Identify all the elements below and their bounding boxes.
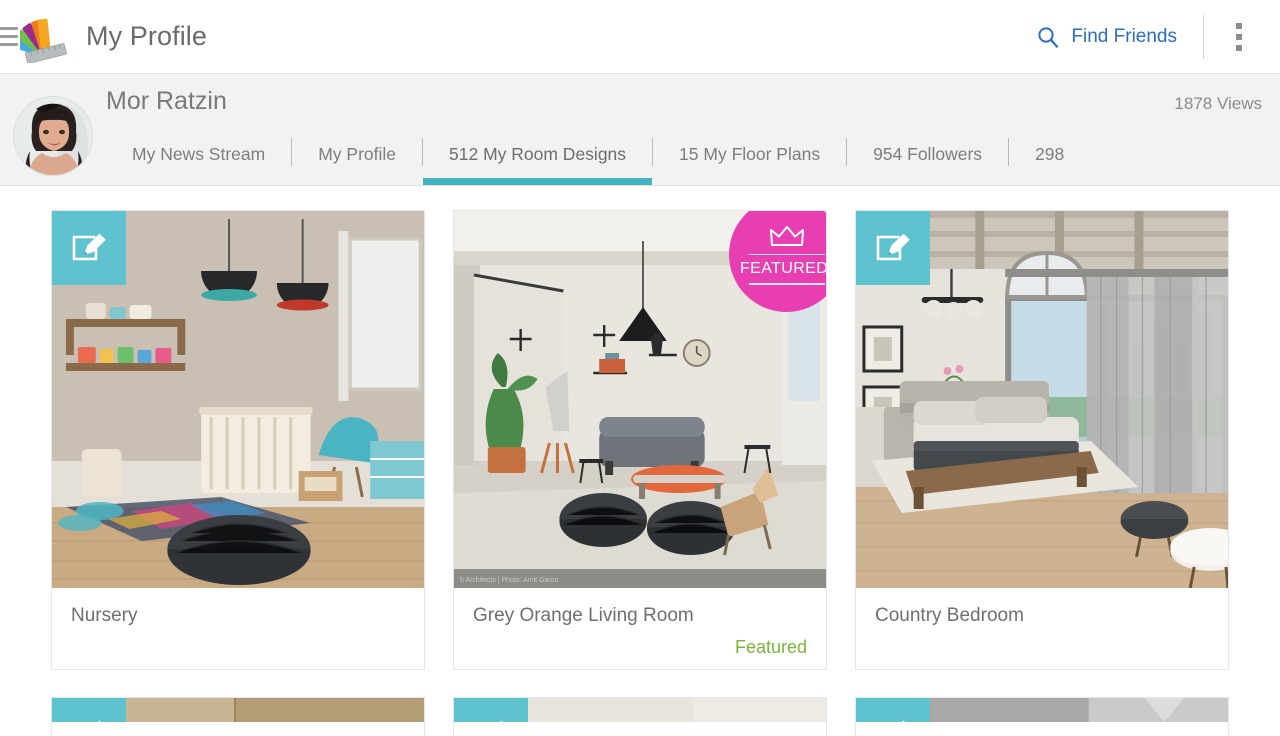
edit-pencil-icon	[876, 233, 910, 261]
design-thumbnail[interactable]	[856, 211, 1228, 588]
search-icon	[1038, 27, 1059, 48]
tab-my-news-stream[interactable]: My News Stream	[106, 123, 291, 185]
top-bar-actions: Find Friends	[1026, 0, 1280, 74]
tab-my-room-designs[interactable]: 512 My Room Designs	[423, 123, 653, 185]
featured-badge-label: FEATURED!	[739, 260, 826, 277]
tab-label: 298	[1035, 143, 1065, 164]
design-card-body	[52, 722, 424, 736]
featured-tag: Featured	[734, 637, 807, 657]
edit-pencil-icon	[902, 720, 905, 722]
tab-my-profile[interactable]: My Profile	[292, 123, 422, 185]
kebab-menu-icon[interactable]	[1222, 14, 1256, 60]
crown-icon	[769, 225, 804, 246]
edit-design-button[interactable]	[856, 698, 930, 722]
design-card-body	[454, 722, 826, 736]
edit-pencil-icon	[98, 720, 101, 722]
designs-grid: Nursery b Architects | Photo: Amit Garon…	[0, 210, 1280, 736]
design-card-body	[856, 722, 1228, 736]
page-title: My Profile	[86, 21, 208, 51]
design-card-body: Nursery	[52, 588, 424, 669]
design-thumbnail[interactable]	[856, 698, 1228, 722]
tab-label: My Profile	[318, 143, 397, 164]
design-title: Nursery	[71, 605, 138, 626]
design-thumbnail[interactable]	[52, 698, 424, 722]
design-thumbnail[interactable]: b Architects | Photo: Amit Garon FEATURE…	[454, 211, 826, 588]
hamburger-line	[0, 27, 18, 30]
featured-rule-bottom	[748, 283, 825, 285]
kebab-dot	[1236, 34, 1242, 40]
kebab-dot	[1236, 45, 1242, 51]
design-title: Grey Orange Living Room	[473, 605, 694, 626]
find-friends-button[interactable]: Find Friends	[1026, 19, 1187, 55]
profile-views-count: 1878 Views	[1174, 94, 1262, 113]
top-app-bar: My Profile Find Friends	[0, 0, 1280, 74]
design-card[interactable]	[855, 697, 1229, 736]
edit-design-button[interactable]	[52, 211, 126, 285]
tab-label: My News Stream	[132, 143, 266, 164]
find-friends-label: Find Friends	[1071, 26, 1177, 47]
tab-following[interactable]: 298	[1009, 123, 1090, 185]
design-card[interactable]: Nursery	[51, 210, 425, 670]
edit-design-button[interactable]	[454, 698, 528, 722]
svg-text:b Architects | Photo: Amit Gar: b Architects | Photo: Amit Garon	[460, 577, 559, 584]
profile-header: Mor Ratzin 1878 Views My News Stream My …	[0, 74, 1280, 186]
design-thumbnail[interactable]	[454, 698, 826, 722]
edit-pencil-icon	[72, 233, 106, 261]
design-card[interactable]: b Architects | Photo: Amit Garon FEATURE…	[453, 210, 827, 670]
tab-label: 512 My Room Designs	[449, 143, 627, 164]
homestyler-swatch-logo-icon[interactable]	[20, 11, 72, 63]
design-title: Country Bedroom	[875, 605, 1024, 626]
profile-name: Mor Ratzin	[106, 87, 227, 115]
tab-label: 954 Followers	[873, 143, 983, 164]
tab-my-floor-plans[interactable]: 15 My Floor Plans	[653, 123, 846, 185]
edit-design-button[interactable]	[856, 211, 930, 285]
tab-followers[interactable]: 954 Followers	[847, 123, 1008, 185]
design-card-body: Country Bedroom	[856, 588, 1228, 669]
design-card-body: Grey Orange Living Room Featured	[454, 588, 826, 669]
hamburger-icon[interactable]	[0, 26, 18, 48]
avatar[interactable]	[13, 96, 93, 176]
tab-label: 15 My Floor Plans	[679, 143, 821, 164]
design-thumbnail[interactable]	[52, 211, 424, 588]
edit-design-button[interactable]	[52, 698, 126, 722]
hamburger-line	[0, 35, 18, 38]
profile-tabs: My News Stream My Profile 512 My Room De…	[106, 123, 1280, 185]
design-card[interactable]	[453, 697, 827, 736]
edit-pencil-icon	[500, 720, 503, 722]
hamburger-line	[0, 43, 18, 46]
designs-grid-area: Nursery b Architects | Photo: Amit Garon…	[0, 186, 1280, 736]
design-card[interactable]: Country Bedroom	[855, 210, 1229, 670]
kebab-dot	[1236, 23, 1242, 29]
design-card[interactable]	[51, 697, 425, 736]
toolbar-divider	[1203, 15, 1204, 59]
